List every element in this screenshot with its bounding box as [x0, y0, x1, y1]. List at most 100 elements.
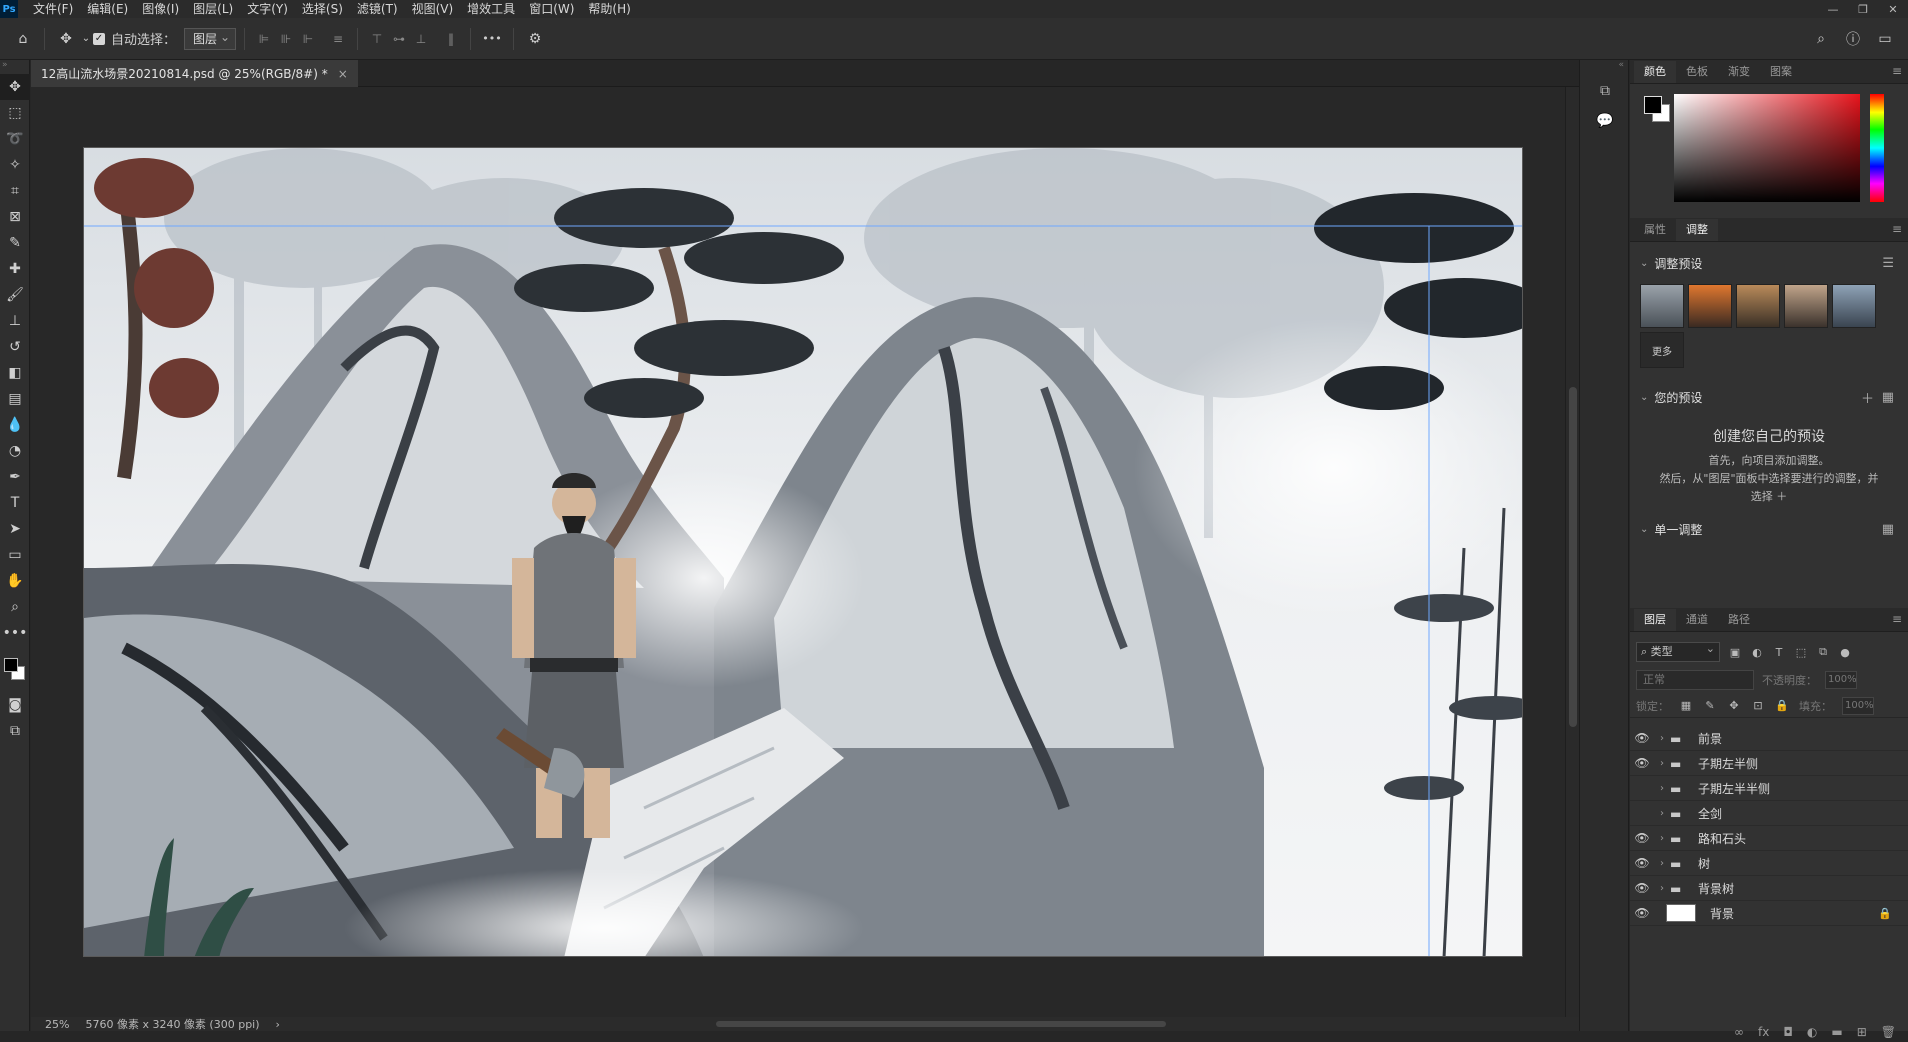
menu-layer[interactable]: 图层(L)	[186, 0, 240, 18]
trash-icon[interactable]: 🗑	[1881, 1025, 1896, 1039]
blend-mode-dropdown[interactable]: 正常	[1636, 670, 1754, 690]
type-tool-icon[interactable]: T	[0, 490, 30, 516]
add-icon[interactable]: ＋	[1861, 388, 1874, 407]
hue-slider[interactable]	[1870, 94, 1884, 202]
smart-object-filter-icon[interactable]: ⧉	[1816, 645, 1830, 659]
close-tab-icon[interactable]: ×	[338, 67, 348, 81]
preset-thumbnail[interactable]	[1832, 284, 1876, 328]
preset-thumbnail[interactable]	[1640, 284, 1684, 328]
auto-select-target-dropdown[interactable]: 图层	[184, 27, 237, 50]
scroll-thumb[interactable]	[715, 1021, 1166, 1027]
eye-icon[interactable]: 👁	[1630, 731, 1654, 745]
your-presets-header[interactable]: ⌄ 您的预设 ＋ ▦	[1640, 382, 1898, 412]
menu-plugins[interactable]: 增效工具	[460, 0, 522, 18]
distribute-icon[interactable]: ≡	[327, 28, 349, 50]
eye-icon[interactable]: 👁	[1630, 831, 1654, 845]
minimize-button[interactable]: —	[1818, 3, 1848, 16]
more-presets-button[interactable]: 更多	[1640, 332, 1684, 368]
zoom-level[interactable]: 25%	[45, 1018, 69, 1031]
search-icon[interactable]: ⌕	[1808, 26, 1834, 52]
eye-icon[interactable]: 👁	[1630, 756, 1654, 770]
menu-view[interactable]: 视图(V)	[405, 0, 461, 18]
eye-icon[interactable]: 👁	[1630, 906, 1654, 920]
scroll-thumb[interactable]	[1569, 387, 1577, 727]
tab-properties[interactable]: 属性	[1634, 219, 1676, 241]
opacity-input[interactable]: 100%	[1825, 671, 1857, 689]
edit-toolbar-icon[interactable]: •••	[0, 620, 30, 646]
layer-row[interactable]: 👁 › ▬ 背景树	[1630, 876, 1908, 901]
gear-icon[interactable]: ⚙	[522, 26, 548, 52]
distribute-vertical-icon[interactable]: ‖	[440, 28, 462, 50]
shape-filter-icon[interactable]: ⬚	[1794, 646, 1808, 659]
zoom-tool-icon[interactable]: ⌕	[0, 594, 30, 620]
adjust-presets-header[interactable]: ⌄ 调整预设 ☰	[1640, 248, 1898, 278]
blur-tool-icon[interactable]: 💧	[0, 412, 30, 438]
move-tool-icon[interactable]: ✥	[53, 26, 79, 52]
adjustment-layer-icon[interactable]: ◐	[1807, 1025, 1817, 1039]
comments-panel-icon[interactable]: 💬	[1580, 106, 1630, 136]
brush-tool-icon[interactable]: 🖌	[0, 282, 30, 308]
screen-mode-icon[interactable]: ⧉	[0, 718, 30, 744]
document-canvas[interactable]	[83, 147, 1523, 957]
gradient-tool-icon[interactable]: ▤	[0, 386, 30, 412]
chevron-right-icon[interactable]: ›	[1654, 883, 1670, 894]
menu-image[interactable]: 图像(I)	[135, 0, 186, 18]
restore-button[interactable]: ❐	[1848, 3, 1878, 16]
crop-tool-icon[interactable]: ⌗	[0, 178, 30, 204]
menu-edit[interactable]: 编辑(E)	[80, 0, 135, 18]
lock-image-icon[interactable]: ✎	[1703, 699, 1717, 712]
more-options-button[interactable]: •••	[479, 26, 505, 52]
align-vcenter-icon[interactable]: ⊶	[388, 28, 410, 50]
marquee-tool-icon[interactable]: ⬚	[0, 100, 30, 126]
preset-thumbnail[interactable]	[1736, 284, 1780, 328]
tab-layers[interactable]: 图层	[1634, 609, 1676, 631]
help-icon[interactable]: ⓘ	[1840, 26, 1866, 52]
align-top-icon[interactable]: ⊤	[366, 28, 388, 50]
tab-gradients[interactable]: 渐变	[1718, 61, 1760, 83]
tab-color[interactable]: 颜色	[1634, 61, 1676, 83]
menu-type[interactable]: 文字(Y)	[240, 0, 295, 18]
layer-row[interactable]: 👁 › ▬ 路和石头	[1630, 826, 1908, 851]
layer-style-icon[interactable]: fx	[1758, 1025, 1769, 1039]
type-filter-icon[interactable]: T	[1772, 646, 1786, 659]
close-window-button[interactable]: ✕	[1878, 3, 1908, 16]
link-layers-icon[interactable]: ∞	[1734, 1025, 1744, 1039]
eyedropper-icon[interactable]: ✎	[0, 230, 30, 256]
lasso-tool-icon[interactable]: ➰	[0, 126, 30, 152]
rectangle-tool-icon[interactable]: ▭	[0, 542, 30, 568]
new-layer-icon[interactable]: ⊞	[1857, 1025, 1867, 1039]
chevron-down-icon[interactable]: ⌄	[79, 26, 93, 52]
history-panel-icon[interactable]: ⧉	[1580, 76, 1630, 106]
lock-artboard-icon[interactable]: ⊡	[1751, 699, 1765, 712]
path-select-icon[interactable]: ➤	[0, 516, 30, 542]
align-left-icon[interactable]: ⊫	[253, 28, 275, 50]
fill-input[interactable]: 100%	[1842, 696, 1874, 715]
grid-view-icon[interactable]: ▦	[1882, 522, 1894, 537]
history-brush-icon[interactable]: ↺	[0, 334, 30, 360]
menu-help[interactable]: 帮助(H)	[581, 0, 637, 18]
align-right-icon[interactable]: ⊩	[297, 28, 319, 50]
eye-icon[interactable]: 👁	[1630, 881, 1654, 895]
tab-paths[interactable]: 路径	[1718, 609, 1760, 631]
tab-adjustments[interactable]: 调整	[1676, 219, 1718, 241]
collapse-icon[interactable]: »	[0, 60, 29, 74]
document-tab[interactable]: 12高山流水场景20210814.psd @ 25%(RGB/8#) * ×	[31, 60, 358, 87]
preset-thumbnail[interactable]	[1784, 284, 1828, 328]
workspace-icon[interactable]: ▭	[1872, 26, 1898, 52]
list-view-icon[interactable]: ☰	[1882, 256, 1894, 271]
collapse-icon[interactable]: «	[1580, 60, 1628, 76]
menu-filter[interactable]: 滤镜(T)	[350, 0, 405, 18]
layer-row[interactable]: 👁 › ▬ 前景	[1630, 726, 1908, 751]
home-icon[interactable]: ⌂	[10, 26, 36, 52]
chevron-right-icon[interactable]: ›	[1654, 758, 1670, 769]
align-hcenter-icon[interactable]: ⊪	[275, 28, 297, 50]
layer-row[interactable]: › ▬ 全剑	[1630, 801, 1908, 826]
pen-tool-icon[interactable]: ✒	[0, 464, 30, 490]
magic-wand-icon[interactable]: ✧	[0, 152, 30, 178]
chevron-right-icon[interactable]: ›	[1654, 833, 1670, 844]
foreground-color-swatch[interactable]	[4, 658, 18, 672]
tab-patterns[interactable]: 图案	[1760, 61, 1802, 83]
tab-swatches[interactable]: 色板	[1676, 61, 1718, 83]
layer-row[interactable]: 👁 › ▬ 子期左半侧	[1630, 751, 1908, 776]
chevron-right-icon[interactable]: ›	[1654, 733, 1670, 744]
